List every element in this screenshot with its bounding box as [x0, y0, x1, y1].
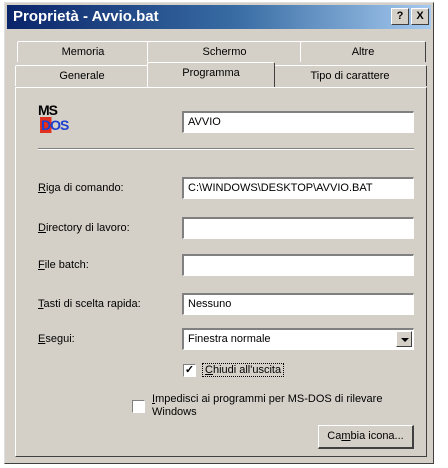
command-line-field[interactable]: C:\WINDOWS\DESKTOP\AVVIO.BAT — [182, 177, 414, 199]
close-button[interactable]: X — [411, 8, 429, 25]
tab-generale[interactable]: Generale — [15, 65, 149, 86]
close-on-exit-accel: C — [205, 364, 213, 376]
program-name-field[interactable]: AVVIO — [182, 111, 414, 133]
batch-file-label: File batch: — [38, 259, 89, 271]
shortcut-key-field[interactable]: Nessuno — [182, 293, 414, 315]
run-select-value: Finestra normale — [188, 333, 271, 345]
prevent-detect-checkbox[interactable] — [132, 400, 145, 413]
help-label: ? — [396, 10, 404, 22]
shortcut-key-value: Nessuno — [188, 298, 232, 310]
change-icon-accel: m — [341, 430, 351, 442]
run-label-text: segui: — [45, 333, 75, 345]
close-on-exit-checkbox[interactable]: ✓ — [183, 364, 196, 377]
command-line-value: C:\WINDOWS\DESKTOP\AVVIO.BAT — [188, 182, 373, 194]
change-icon-pre: Ca — [327, 430, 342, 442]
ms-dos-icon: MS DOS — [38, 102, 70, 138]
working-dir-label: Directory di lavoro: — [38, 222, 130, 234]
chevron-down-icon — [401, 338, 409, 342]
tab-programma-label: Programma — [182, 67, 240, 79]
command-line-label: Riga di comando: — [38, 182, 124, 194]
check-icon: ✓ — [184, 364, 195, 376]
window-title: Proprietà - Avvio.bat — [13, 8, 159, 25]
help-button[interactable]: ? — [391, 8, 409, 25]
tab-schermo-label: Schermo — [202, 46, 247, 58]
batch-file-accel: F — [38, 259, 45, 271]
tab-altre[interactable]: Altre — [300, 41, 426, 62]
prevent-detect-label-text: mpedisci ai programmi per MS-DOS di rile… — [155, 393, 383, 405]
tab-memoria[interactable]: Memoria — [17, 41, 149, 62]
tab-memoria-label: Memoria — [61, 46, 105, 58]
prevent-detect-label[interactable]: Impedisci ai programmi per MS-DOS di ril… — [152, 393, 382, 419]
shortcut-key-label-text: asti di scelta rapida: — [43, 298, 141, 310]
separator — [38, 148, 414, 150]
batch-file-field[interactable] — [182, 254, 414, 276]
command-line-accel: R — [38, 182, 46, 194]
tab-schermo[interactable]: Schermo — [147, 41, 302, 62]
working-dir-accel: D — [38, 222, 46, 234]
close-icon: X — [416, 10, 424, 22]
working-dir-label-text: irectory di lavoro: — [45, 222, 130, 234]
tab-generale-label: Generale — [59, 70, 105, 82]
program-name-value: AVVIO — [188, 116, 221, 128]
close-on-exit-label[interactable]: Chiudi all'uscita — [202, 363, 285, 377]
tab-tipo-di-carattere-label: Tipo di carattere — [310, 70, 390, 82]
batch-file-label-text: ile batch: — [44, 259, 89, 271]
close-on-exit-label-text: hiudi all'uscita — [212, 364, 282, 376]
working-dir-field[interactable] — [182, 217, 414, 239]
tab-programma[interactable]: Programma — [147, 62, 275, 87]
ms-dos-icon-top: MS — [38, 102, 58, 118]
command-line-label-text: iga di comando: — [45, 182, 124, 194]
tab-altre-label: Altre — [351, 46, 375, 58]
programma-panel: MS DOS AVVIO Riga di comando: C:\WINDOWS… — [15, 87, 427, 457]
ms-dos-icon-bottom: DOS — [40, 117, 69, 133]
dropdown-button[interactable] — [396, 331, 412, 347]
title-bar[interactable]: Proprietà - Avvio.bat ? X — [7, 5, 431, 29]
prevent-detect-label-line2: Windows — [152, 406, 197, 418]
tab-tipo-di-carattere[interactable]: Tipo di carattere — [273, 65, 427, 86]
run-label: Esegui: — [38, 333, 75, 345]
run-select[interactable]: Finestra normale — [182, 328, 414, 350]
change-icon-button[interactable]: Cambia icona... — [318, 425, 414, 449]
shortcut-key-label: Tasti di scelta rapida: — [38, 298, 141, 310]
properties-window: Proprietà - Avvio.bat ? X Memoria Scherm… — [4, 2, 434, 464]
change-icon-post: bia icona... — [350, 430, 404, 442]
